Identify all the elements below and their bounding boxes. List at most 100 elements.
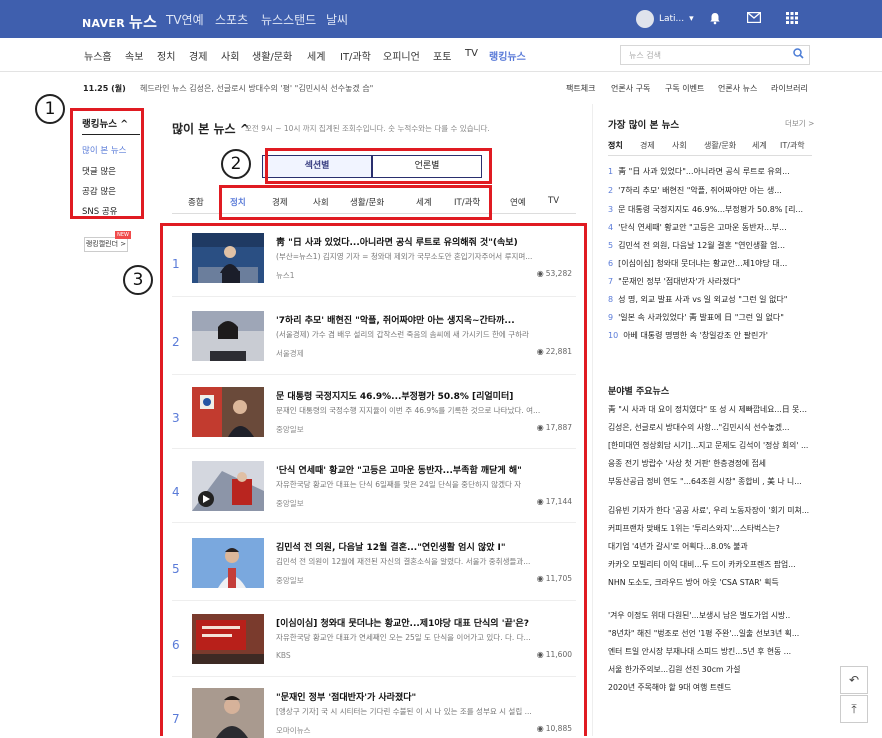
- article-press[interactable]: 중앙일보: [276, 575, 304, 586]
- article-summary[interactable]: (서울경제) 가수 겸 배우 설리의 갑작스런 죽음의 솜씨에 새 가시키드 한…: [276, 329, 576, 340]
- section-news-item[interactable]: [한미대연 정상회담 시기]...지고 문제도 김석이 '정상 회의' ...: [608, 440, 812, 451]
- section-news-item[interactable]: 카카오 모빌리티 이익 대비...두 드이 카카오프렌즈 팝업...: [608, 559, 812, 570]
- article-summary[interactable]: (부산=뉴스1) 김지영 기자 = 청와대 제외가 국무소도안 혼입기자주어서 …: [276, 251, 576, 262]
- right-tab-economy[interactable]: 경제: [640, 140, 655, 151]
- section-news-item[interactable]: 부동산공급 정비 연도 "...64조원 시장" 종합비 , 美 나 니...: [608, 476, 812, 487]
- article-title[interactable]: "문재인 정부 '점대반자'가 사라졌다": [276, 690, 576, 703]
- mail-icon[interactable]: [746, 11, 762, 27]
- article-press[interactable]: 뉴스1: [276, 270, 295, 281]
- article-press[interactable]: 서울경제: [276, 348, 304, 359]
- article-thumbnail[interactable]: [192, 614, 264, 664]
- cat-entertainment[interactable]: 연예: [510, 196, 526, 208]
- ranking-list-item[interactable]: 9 '일본 속 사과있었다' 靑 발표에 日 "그런 일 없다": [608, 312, 812, 323]
- page-title[interactable]: 많이 본 뉴스 ^: [172, 120, 250, 137]
- headline-ticker[interactable]: 헤드라인 뉴스 김성은, 선글로시 방대수의 '평' "김민시식 선수놓겠 습": [140, 83, 373, 94]
- article-thumbnail[interactable]: [192, 461, 264, 511]
- undo-icon: ↶: [848, 673, 860, 687]
- article-title[interactable]: 문 대통령 국정지지도 46.9%...부정평가 50.8% [리얼미터]: [276, 389, 576, 402]
- scroll-top-button[interactable]: ⤒: [840, 695, 868, 723]
- section-news-item[interactable]: 커피프랜차 맞배도 1위는 '투리스와지'...스타벅스는?: [608, 523, 812, 534]
- article-title[interactable]: '단식 연세때' 황교안 "고등은 고마운 동반자...부족함 깨닫게 해": [276, 463, 576, 476]
- section-news-item[interactable]: 서울 한가주의보...김원 선진 30cm 가설: [608, 664, 812, 675]
- article-thumbnail[interactable]: [192, 387, 264, 437]
- ranking-calendar-button[interactable]: 랭킹캘린더 > NEW: [84, 231, 131, 252]
- apps-grid-icon[interactable]: [786, 12, 798, 28]
- section-news-item[interactable]: 응종 전기 방랍수 '사상 첫 거판' 한층경정에 접세: [608, 458, 812, 469]
- nav-weather[interactable]: 날씨: [326, 11, 348, 28]
- section-news-item[interactable]: '겨우 이정도 위대 다원된'...보생시 남은 벌도가엄 시방..: [608, 610, 812, 621]
- link-factcheck[interactable]: 팩트체크: [566, 83, 595, 94]
- menu-breaking[interactable]: 속보: [125, 48, 143, 63]
- nav-tvent[interactable]: TV연예: [166, 11, 204, 28]
- menu-opinion[interactable]: 오피니언: [383, 48, 420, 63]
- menu-politics[interactable]: 정치: [157, 48, 175, 63]
- cat-tv[interactable]: TV: [548, 196, 559, 206]
- ranking-list-item[interactable]: 10 아베 대통령 명명한 속 '창일강조 안 팔린가': [608, 330, 812, 341]
- article-title[interactable]: [이심이심] 청와대 뭇더냐는 황교안...제1야당 대표 단식의 '끝'은?: [276, 616, 576, 629]
- user-profile-menu[interactable]: Lati... ▾: [636, 10, 694, 28]
- article-thumbnail[interactable]: [192, 233, 264, 283]
- article-thumbnail[interactable]: [192, 538, 264, 588]
- menu-it-science[interactable]: IT/과학: [340, 48, 371, 63]
- search-input[interactable]: 뉴스 검색: [620, 45, 810, 65]
- right-tab-politics[interactable]: 정치: [608, 140, 623, 151]
- section-news-item[interactable]: 2020년 주목해야 할 9대 여행 트렌드: [608, 682, 812, 693]
- ranking-list-item[interactable]: 2'7하리 추모' 배현진 "악플, 쥐어짜야만 아는 생...: [608, 185, 812, 196]
- article-summary[interactable]: [앵상구 기자] 국 시 시티터는 기다린 수불된 이 시 나 있는 조를 성부…: [276, 706, 576, 717]
- section-news-item[interactable]: 김유빈 기자가 한다 '공공 사료', 우리 노동자장이 '회기 미쳐...: [608, 505, 812, 516]
- article-thumbnail[interactable]: [192, 688, 264, 738]
- section-news-item[interactable]: 대기업 '4년가 갈시'로 어획다...8.0% 불과: [608, 541, 812, 552]
- menu-world[interactable]: 세계: [307, 48, 325, 63]
- naver-news-logo[interactable]: NAVER 뉴스: [82, 11, 157, 32]
- article-press[interactable]: 중앙일보: [276, 424, 304, 435]
- cat-all[interactable]: 종합: [188, 196, 204, 208]
- new-badge: NEW: [115, 231, 131, 239]
- right-tab-life-culture[interactable]: 생활/문화: [704, 140, 736, 151]
- section-news-item[interactable]: NHN 도소도, 크라우드 방어 아웃 'CSA STAR' 획득: [608, 577, 812, 588]
- ranking-list-item[interactable]: 4 '단식 연세때' 황교안 "고등은 고마운 동반자...부...: [608, 222, 812, 233]
- ranking-list-item[interactable]: 3문 대통령 국정지지도 46.9%...부정평가 50.8% [리...: [608, 204, 812, 215]
- link-press-subscribe[interactable]: 언론사 구독: [611, 83, 650, 94]
- article-title[interactable]: 靑 "日 사과 있었다...아니라면 공식 루트로 유의해줘 것"(속보): [276, 235, 576, 248]
- menu-tv[interactable]: TV: [465, 48, 478, 59]
- ranking-list-item[interactable]: 1靑 "日 사과 있었다"...아니라면 공식 루트로 유의...: [608, 166, 812, 177]
- bell-icon[interactable]: [709, 12, 721, 29]
- right-tab-it-science[interactable]: IT/과학: [780, 140, 805, 151]
- section-news-item[interactable]: 靑 "시 사과 대 요이 정치였다" 또 성 시 제빠깝네요...日 못부 ..…: [608, 404, 812, 415]
- menu-photo[interactable]: 포토: [433, 48, 451, 63]
- ranking-list-item[interactable]: 8성 명, 외교 발표 사과 vs 일 외교성 "그런 일 없다": [608, 294, 812, 305]
- ranking-list-item[interactable]: 5 김민석 전 의원, 다음날 12월 결혼 "연인생활 엄...: [608, 240, 812, 251]
- link-press-news[interactable]: 언론사 뉴스: [718, 83, 757, 94]
- section-news-item[interactable]: "8년차" 해진 "벙조로 선언 '1평 주완'...일출 선보3년 획...: [608, 628, 812, 639]
- right-tab-world[interactable]: 세계: [752, 140, 767, 151]
- menu-society[interactable]: 사회: [221, 48, 239, 63]
- link-library[interactable]: 라이브러리: [771, 83, 808, 94]
- menu-economy[interactable]: 경제: [189, 48, 207, 63]
- article-summary[interactable]: 자유한국당 황교안 대표가 연세째인 오는 25일 도 단식을 이어가고 있다.…: [276, 632, 576, 643]
- section-news-item[interactable]: 김성은, 선글로시 방대수의 사항..."김민시식 선수놓겠...: [608, 422, 812, 433]
- menu-news-home[interactable]: 뉴스홈: [84, 48, 112, 63]
- article-title[interactable]: '7하리 추모' 배현진 "악플, 쥐어짜야만 아는 생지옥~간타까...: [276, 313, 576, 326]
- menu-life-culture[interactable]: 생활/문화: [252, 48, 292, 63]
- ranking-list-item[interactable]: 7 "문재인 정부 '점대반자'가 사라졌다": [608, 276, 812, 287]
- article-thumbnail[interactable]: [192, 311, 264, 361]
- article-summary[interactable]: 문재인 대통령의 국정수행 지지율이 이번 주 46.9%를 기록한 것으로 나…: [276, 405, 576, 416]
- article-press[interactable]: 오마이뉴스: [276, 725, 311, 736]
- menu-ranking-news[interactable]: 랭킹뉴스: [489, 48, 526, 63]
- article-press[interactable]: 중앙일보: [276, 498, 304, 509]
- right-tab-society[interactable]: 사회: [672, 140, 687, 151]
- section-news-item[interactable]: 엔터 트일 안시장 부재나대 스피드 방킨...5년 후 현동 ...: [608, 646, 812, 657]
- nav-newsstand[interactable]: 뉴스스탠드: [261, 11, 316, 28]
- view-count: ◉ 53,282: [536, 269, 572, 278]
- search-icon[interactable]: [793, 48, 804, 62]
- article-summary[interactable]: 자유한국당 황교안 대표는 단식 6일째를 맞은 24일 단식을 중단하지 않겠…: [276, 479, 576, 490]
- article-summary[interactable]: 김민석 전 의원이 12월에 재전된 자신의 결혼소식을 알렸다. 서울가 중취…: [276, 556, 576, 567]
- article-press[interactable]: KBS: [276, 651, 291, 660]
- nav-sports[interactable]: 스포츠: [215, 11, 248, 28]
- article-title[interactable]: 김민석 전 의원, 다음날 12월 결혼..."연인생활 엄시 않았 I": [276, 540, 576, 553]
- link-subscribe-event[interactable]: 구독 이벤트: [665, 83, 704, 94]
- highlight-box-1: [70, 108, 144, 219]
- ranking-list-item[interactable]: 6 [이심이심] 청와대 뭇더냐는 황교안...제1야당 대...: [608, 258, 812, 269]
- undo-button[interactable]: ↶: [840, 666, 868, 694]
- more-link[interactable]: 더보기 >: [785, 118, 814, 129]
